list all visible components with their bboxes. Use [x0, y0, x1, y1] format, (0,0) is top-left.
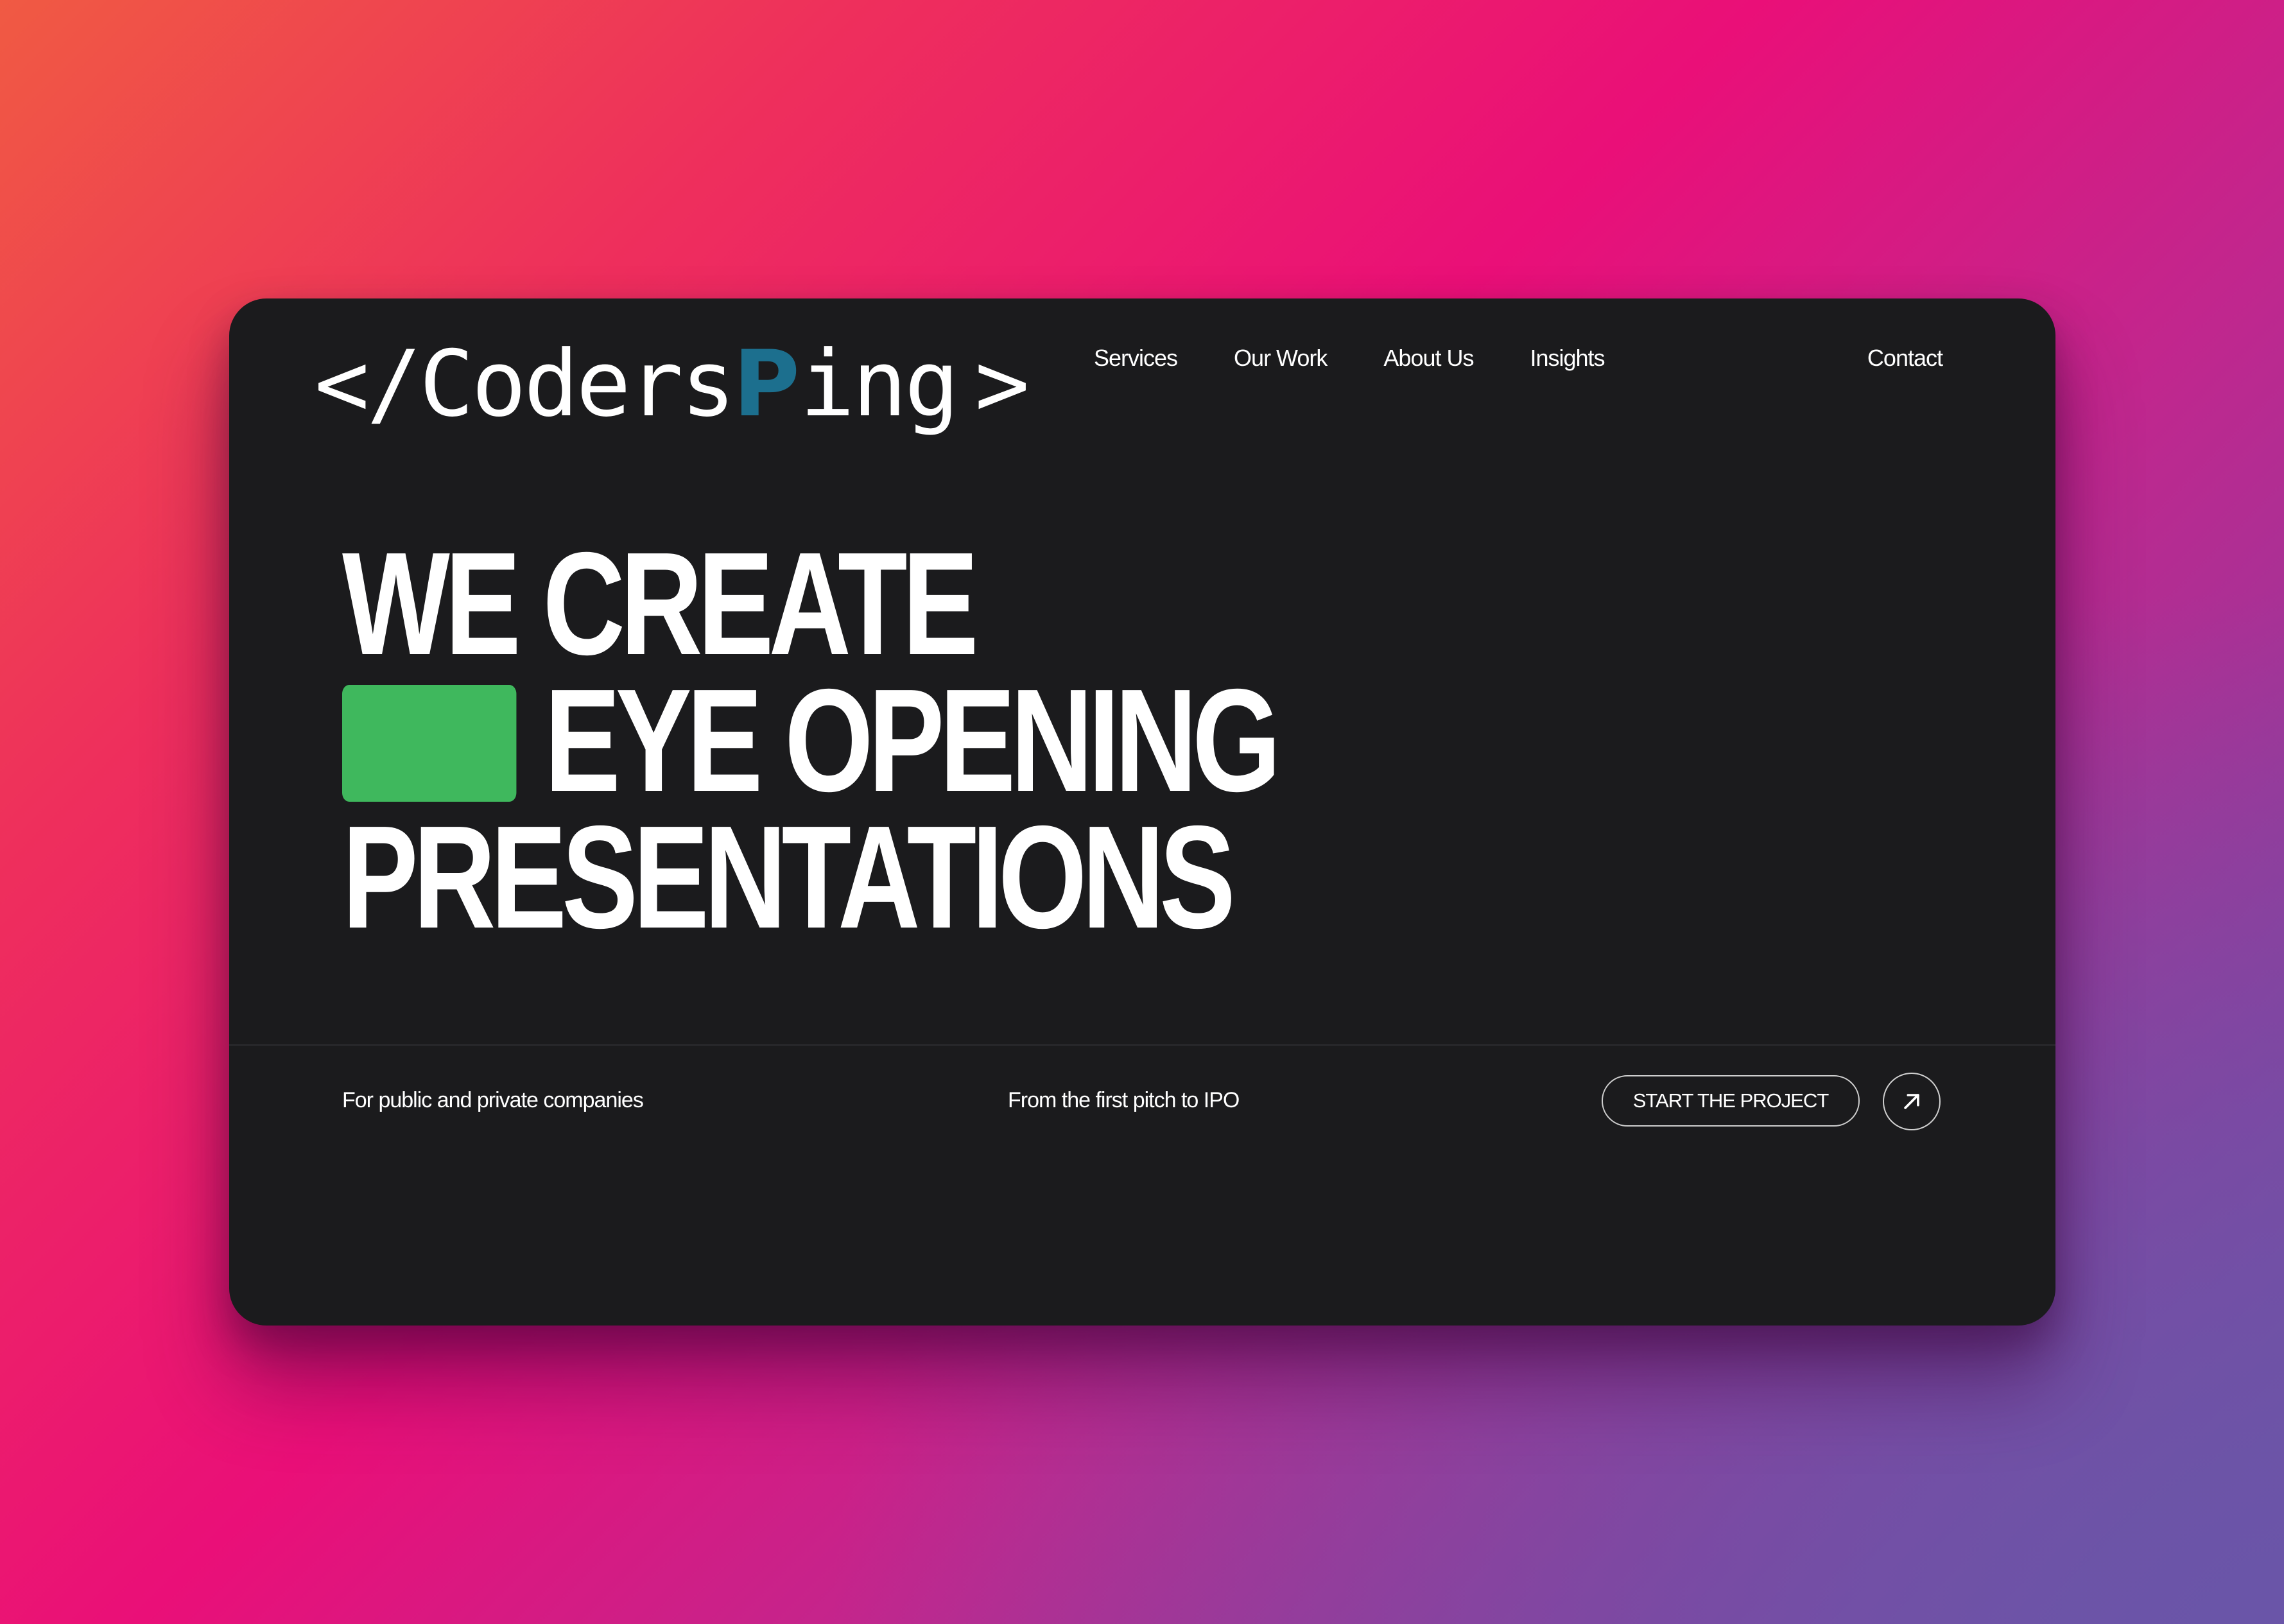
main-nav: Services Our Work About Us Insights [1094, 345, 1605, 372]
hero-line-2: EYE OPENING [544, 659, 1281, 822]
green-accent-block [342, 684, 517, 802]
start-project-button[interactable]: START THE PROJECT [1602, 1075, 1860, 1127]
nav-item-our-work[interactable]: Our Work [1234, 345, 1328, 372]
nav-contact-link[interactable]: Contact [1867, 345, 1943, 372]
hero-line-1: WE CREATE [342, 523, 978, 686]
logo-open-bracket: </ [315, 331, 422, 437]
logo-highlight-letter: P [732, 331, 800, 437]
logo-word-rest: ing [800, 331, 959, 437]
hero-line-3: PRESENTATIONS [342, 796, 1236, 959]
logo-word: Coders [419, 331, 736, 437]
hero-headline: WE CREATE EYE OPENING PRESENTATIONS [342, 523, 1281, 959]
tagline-companies: For public and private companies [342, 1088, 644, 1112]
browser-window: </Coders Ping > Services Our Work About Us… [229, 298, 2055, 1326]
arrow-up-right-icon [1904, 1094, 1919, 1109]
arrow-up-right-button[interactable] [1883, 1073, 1941, 1130]
nav-item-insights[interactable]: Insights [1530, 345, 1605, 372]
nav-item-services[interactable]: Services [1094, 345, 1178, 372]
tagline-pitch: From the first pitch to IPO [1008, 1088, 1240, 1112]
hero-line-2-row: EYE OPENING [342, 659, 1281, 822]
logo-close-bracket: > [974, 331, 1030, 437]
nav-item-about-us[interactable]: About Us [1383, 345, 1474, 372]
section-divider [229, 1044, 2055, 1046]
coders-ping-logo[interactable]: </Coders Ping > [315, 323, 1030, 445]
